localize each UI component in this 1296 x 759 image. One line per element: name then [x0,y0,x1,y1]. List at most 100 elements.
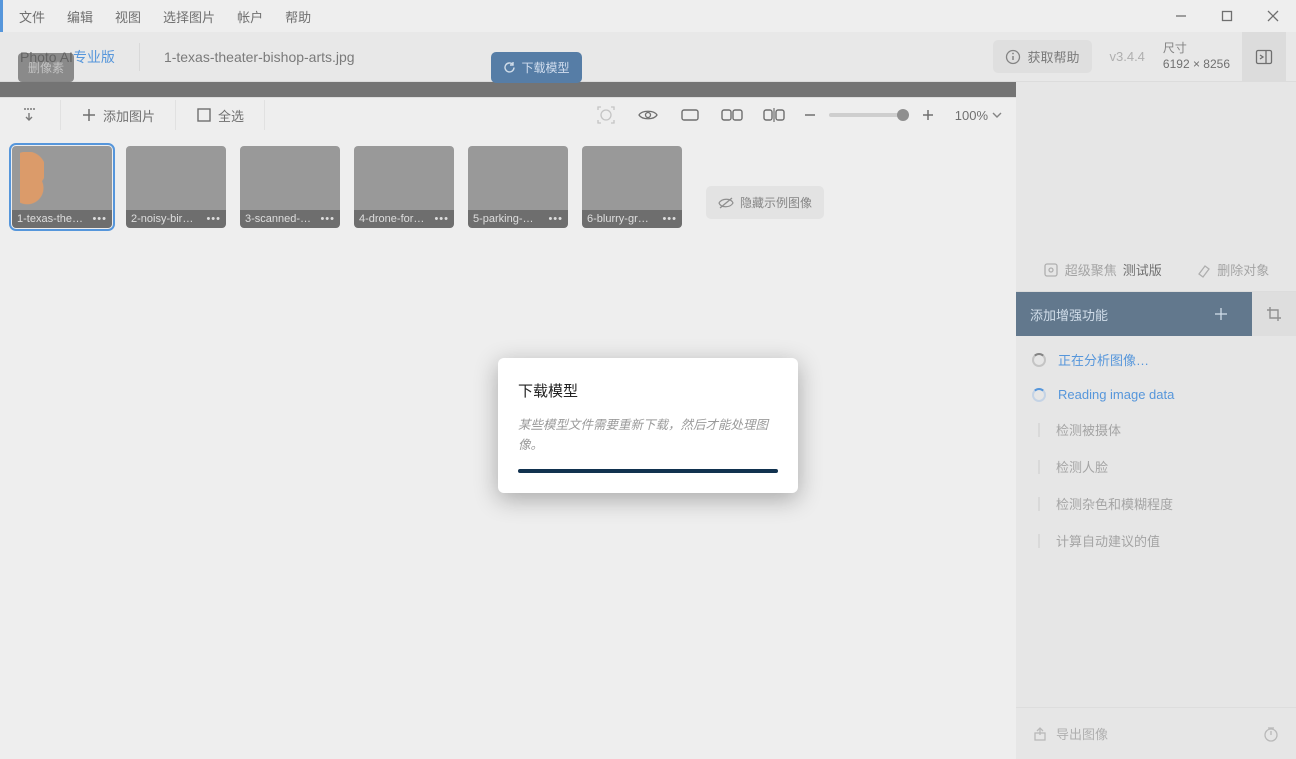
tab-remove-label: 删除对象 [1217,260,1269,279]
add-enhance-row: 添加增强功能 [1016,292,1296,336]
size-value: 6192 × 8256 [1163,57,1230,73]
thumbnail-image: 5-parking-…••• [468,146,568,228]
face-icon [596,105,616,125]
sidebar-preview-area [1016,82,1296,248]
spinner-icon [1032,353,1046,367]
tab-superfocus[interactable]: 超级聚焦 测试版 [1043,260,1162,279]
view-compare-button[interactable] [757,98,791,132]
eye-off-icon [718,196,734,210]
menu-edit[interactable]: 编辑 [67,7,93,26]
menu-select-image[interactable]: 选择图片 [163,7,215,26]
progress-fill [518,469,778,473]
menubar: 文件 编辑 视图 选择图片 帐户 帮助 [0,0,1296,32]
zoom-value-dropdown[interactable]: 100% [955,108,1002,123]
hide-samples-label: 隐藏示例图像 [740,194,812,211]
zoom-slider[interactable] [829,113,909,117]
hide-samples-button[interactable]: 隐藏示例图像 [706,186,824,219]
sidebar-tabs: 超级聚焦 测试版 删除对象 [1016,248,1296,292]
crop-button[interactable] [1252,292,1296,336]
menu-view[interactable]: 视图 [115,7,141,26]
export-label[interactable]: 导出图像 [1056,724,1108,743]
thumbnail-item[interactable]: 2-noisy-bir…••• [126,146,226,228]
eraser-icon [1195,262,1211,278]
thumbnail-item[interactable]: 4-drone-for…••• [354,146,454,228]
thumbnail-image: 6-blurry-gr…••• [582,146,682,228]
version-label: v3.4.4 [1110,49,1145,64]
thumbnail-label: 6-blurry-gr… [587,213,662,225]
window-controls [1158,0,1296,32]
focus-icon [1043,262,1059,278]
thumbnail-item[interactable]: 5-parking-…••• [468,146,568,228]
download-model-dialog: 下载模型 某些模型文件需要重新下载，然后才能处理图像。 [498,358,798,493]
thumbnail-label: 3-scanned-… [245,213,320,225]
select-all-button[interactable]: 全选 [188,101,252,130]
menu-account[interactable]: 帐户 [237,7,263,26]
refresh-icon [503,61,516,74]
view-split-button[interactable] [715,98,749,132]
thumbnail-label: 5-parking-… [473,213,548,225]
step-label: 检测被摄体 [1056,420,1121,439]
menu-help[interactable]: 帮助 [285,7,311,26]
thumbnail-image: 3-scanned-…••• [240,146,340,228]
thumbnail-image: 2-noisy-bir…••• [126,146,226,228]
minus-icon [803,108,817,122]
eye-icon [638,108,658,122]
beta-badge: 测试版 [1123,260,1162,279]
view-single-button[interactable] [673,98,707,132]
thumbnail-menu-button[interactable]: ••• [92,213,107,225]
maximize-button[interactable] [1204,0,1250,32]
size-label: 尺寸 [1163,41,1230,57]
image-viewport[interactable]: 删像素 下载模型 [0,82,1016,97]
step-reading: Reading image data [1032,387,1280,402]
thumbnail-item[interactable]: 1-texas-the…••• [12,146,112,228]
step-auto-suggest: 计算自动建议的值 [1032,531,1280,550]
thumbnail-image: 1-texas-the…••• [12,146,112,228]
thumbnail-menu-button[interactable]: ••• [320,213,335,225]
thumbnail-menu-button[interactable]: ••• [434,213,449,225]
zoom-in-button[interactable] [917,98,939,132]
help-label: 获取帮助 [1027,47,1079,66]
preview-visible-button[interactable] [631,98,665,132]
thumbnail-item[interactable]: 3-scanned-…••• [240,146,340,228]
slider-handle[interactable] [897,109,909,121]
zoom-out-button[interactable] [799,98,821,132]
download-model-button[interactable]: 下载模型 [491,52,582,83]
thumbnail-image: 4-drone-for…••• [354,146,454,228]
step-header-label: 正在分析图像… [1058,350,1149,369]
tab-superfocus-label: 超级聚焦 [1065,260,1117,279]
remove-pixel-badge[interactable]: 删像素 [18,53,74,82]
add-images-label: 添加图片 [103,106,155,125]
face-detect-button[interactable] [589,98,623,132]
timer-button[interactable] [1262,725,1280,743]
step-label: 检测人脸 [1056,457,1108,476]
minimize-button[interactable] [1158,0,1204,32]
sort-button[interactable] [14,101,48,129]
step-detect-faces: 检测人脸 [1032,457,1280,476]
thumbnail-menu-button[interactable]: ••• [206,213,221,225]
thumbnail-menu-button[interactable]: ••• [548,213,563,225]
toggle-sidebar-button[interactable] [1242,32,1286,82]
compare-view-icon [763,107,785,123]
thumbnail-label: 1-texas-the… [17,213,92,225]
crop-icon [1265,305,1283,323]
menu-file[interactable]: 文件 [19,7,45,26]
split-view-icon [721,108,743,122]
plus-small-icon [921,108,935,122]
add-images-button[interactable]: 添加图片 [73,101,163,130]
dimensions-display: 尺寸 6192 × 8256 [1163,41,1230,72]
tab-remove-object[interactable]: 删除对象 [1195,260,1269,279]
thumbnail-menu-button[interactable]: ••• [662,213,677,225]
add-enhance-button[interactable]: 添加增强功能 [1016,292,1252,336]
thumbnail-item[interactable]: 6-blurry-gr…••• [582,146,682,228]
sort-icon [22,106,40,124]
dialog-message: 某些模型文件需要重新下载，然后才能处理图像。 [518,415,778,455]
canvas-area: 删像素 下载模型 [0,82,1016,97]
close-button[interactable] [1250,0,1296,32]
add-enhance-label: 添加增强功能 [1030,305,1108,324]
step-label: 检测杂色和模糊程度 [1056,494,1173,513]
dialog-title: 下载模型 [518,380,778,401]
step-detect-subject: 检测被摄体 [1032,420,1280,439]
canvas-actions: 删像素 下载模型 [0,52,1016,83]
zoom-value-label: 100% [955,108,988,123]
thumbnail-label: 2-noisy-bir… [131,213,206,225]
